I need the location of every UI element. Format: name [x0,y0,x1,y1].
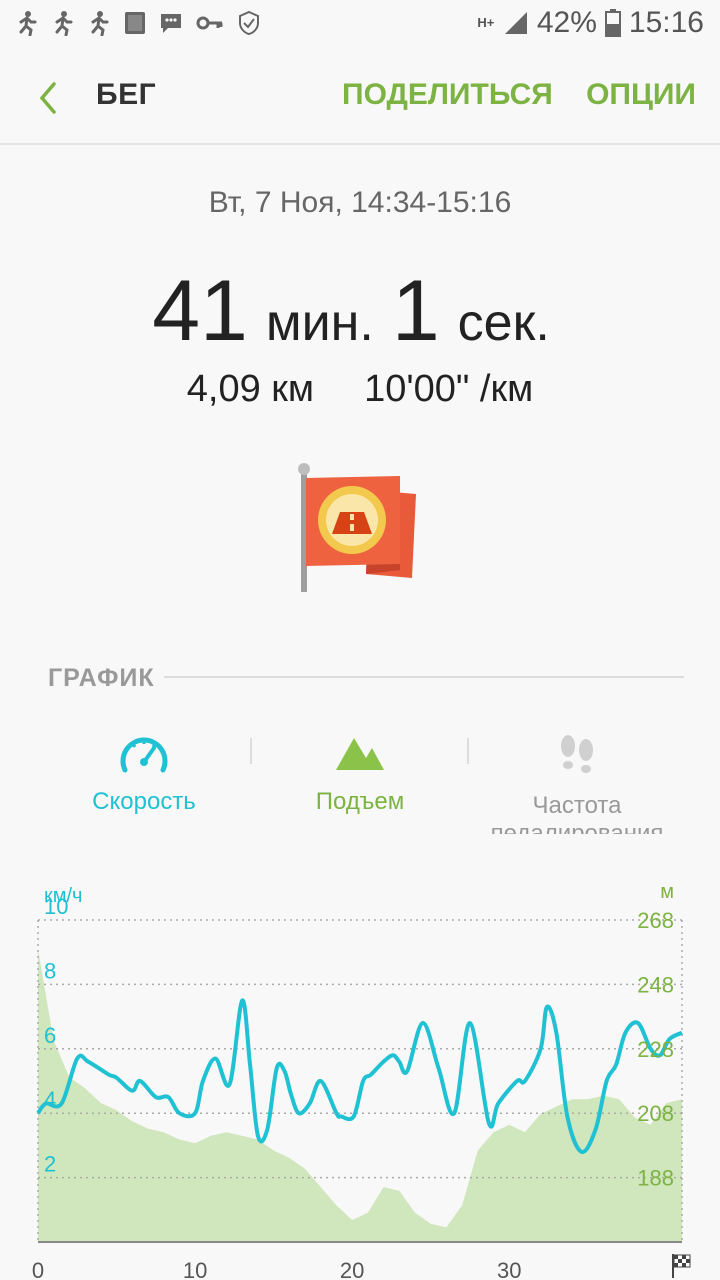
signal-icon [504,12,527,34]
clock: 15:16 [628,6,704,39]
options-button[interactable]: ОПЦИИ [586,78,696,112]
speedometer-icon [120,737,168,773]
workout-stats: 4,09 км 10'00" /км [0,368,720,411]
left-tick-label: 2 [44,1152,56,1177]
tab-elevation-label: Подъем [315,788,405,815]
right-tick-label: 228 [637,1037,674,1062]
finish-flag-check [682,1263,686,1267]
finish-flag-icon [672,1254,691,1278]
tab-elevation[interactable]: Подъем [250,726,470,816]
minutes-unit: мин. [265,294,374,352]
chart-canvas: км/ч м1086422682482282081880 10 20 30 [32,881,691,1280]
workout-datetime: Вт, 7 Ноя, 14:34-15:16 [208,186,512,219]
right-tick-label: 208 [637,1101,674,1126]
footprints-icon [561,735,593,773]
running-person-icon [55,11,73,36]
x-tick-label: 20 [340,1258,364,1280]
pace-value: 10'00" /км [364,368,534,410]
tab-cadence-label: Частота педалирования [490,792,664,834]
right-tick-label: 188 [637,1166,674,1191]
left-tick-label: 6 [44,1023,56,1048]
x-tick-label: 30 [497,1258,521,1280]
battery-icon [604,9,621,37]
battery-percent: 42% [536,6,597,39]
right-tick-label: 268 [637,908,674,933]
duration-minutes: 41 [152,263,248,359]
section-label: ГРАФИК [48,664,155,692]
page-title: БЕГ [96,78,157,111]
x-tick-label: 10 [183,1258,207,1280]
graph-tabs: Скорость Подъем Частота педалирования [0,726,720,838]
speed-elevation-chart[interactable]: км/ч м 10 8 6 4 2 268 248 228 208 188 0 10 20 30 [0,876,720,1280]
left-tick-label: 4 [44,1087,56,1112]
tab-cadence[interactable]: Частота педалирования [467,726,687,834]
bible-app-icon [125,12,145,34]
app-bar: БЕГ ПОДЕЛИТЬСЯ ОПЦИИ [0,50,720,145]
finish-flag-check [674,1255,678,1259]
finish-flag-check [678,1259,682,1263]
system-status: H+ 42% 15:16 [477,6,704,40]
duration-seconds: 1 [391,263,440,359]
left-tick-label: 10 [44,894,68,919]
left-tick-label: 8 [44,958,56,983]
shield-check-icon [239,10,259,36]
finish-flag-check [674,1263,678,1267]
finish-flag-check [686,1259,690,1263]
running-person-icon [91,11,109,36]
tab-speed[interactable]: Скорость [34,726,254,816]
share-button[interactable]: ПОДЕЛИТЬСЯ [342,78,553,112]
running-person-icon [19,11,37,36]
graph-section-header: ГРАФИК [48,662,684,692]
section-divider [164,676,684,678]
status-bar: H+ 42% 15:16 [0,0,720,50]
seconds-unit: сек. [457,294,550,352]
x-tick-label: 0 [32,1258,44,1280]
distance-value: 4,09 км [186,368,315,410]
key-icon [196,16,223,30]
notification-icons [16,10,260,36]
back-arrow-icon[interactable] [34,80,64,116]
network-type: H+ [477,15,495,30]
workout-duration: 41 мин. 1 сек. [0,262,720,361]
right-tick-label: 248 [637,972,674,997]
tab-speed-label: Скорость [92,788,196,815]
finish-flag-check [682,1255,686,1259]
road-flag-badge-icon [298,463,416,592]
bbm-chat-icon [161,14,181,33]
right-axis-unit: м [660,881,674,903]
mountain-icon [336,738,384,770]
